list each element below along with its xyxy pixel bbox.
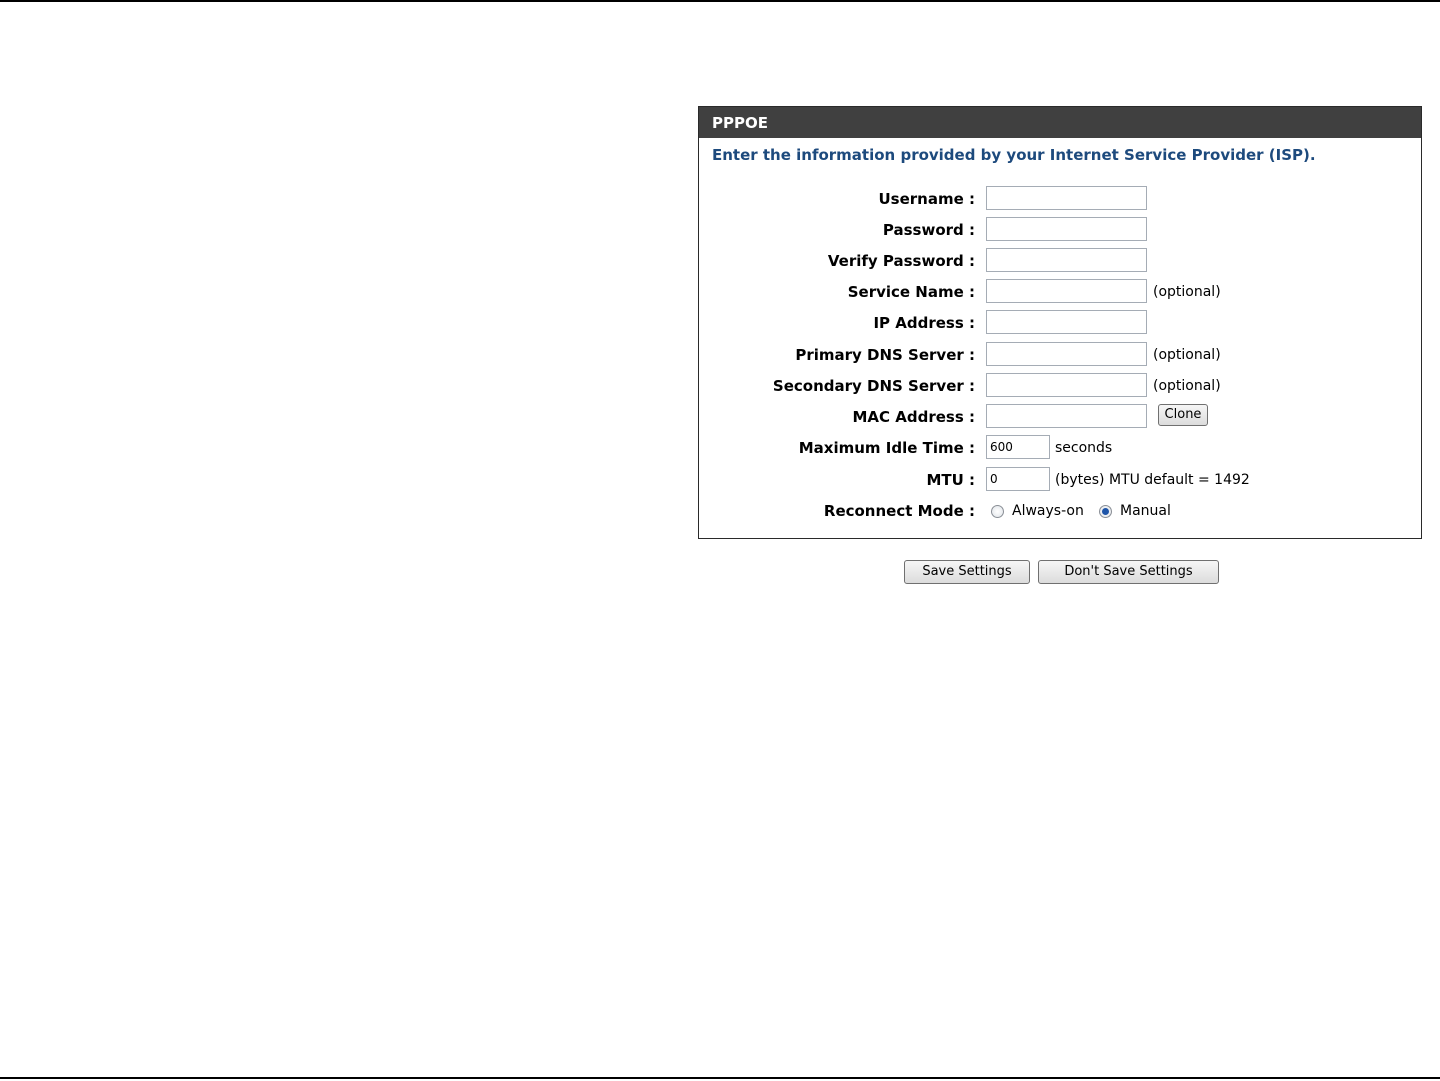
bottom-rule	[0, 1077, 1440, 1079]
mac-address-label: MAC Address :	[852, 408, 976, 426]
service-name-label: Service Name :	[847, 283, 975, 301]
mtu-label: MTU :	[926, 471, 975, 489]
always-on-radio-label[interactable]: Always-on	[1012, 498, 1084, 524]
always-on-radio[interactable]	[991, 505, 1004, 518]
password-label: Password :	[882, 221, 975, 239]
service-name-optional-note: (optional)	[1153, 284, 1221, 300]
ip-address-input[interactable]	[986, 310, 1147, 334]
mtu-default-note: (bytes) MTU default = 1492	[1055, 472, 1250, 488]
primary-dns-optional-note: (optional)	[1153, 347, 1221, 363]
secondary-dns-row: Secondary DNS Server : (optional)	[699, 373, 1421, 399]
max-idle-time-row: Maximum Idle Time : seconds	[699, 435, 1421, 461]
verify-password-row: Verify Password :	[699, 248, 1421, 274]
top-rule	[0, 0, 1440, 2]
service-name-input[interactable]	[986, 279, 1147, 303]
ip-address-label: IP Address :	[873, 314, 975, 332]
max-idle-time-label: Maximum Idle Time :	[798, 439, 975, 457]
clone-button[interactable]: Clone	[1158, 404, 1208, 426]
mtu-row: MTU : (bytes) MTU default = 1492	[699, 467, 1421, 493]
secondary-dns-optional-note: (optional)	[1153, 378, 1221, 394]
max-idle-time-unit: seconds	[1055, 440, 1113, 456]
username-label: Username :	[878, 190, 975, 208]
password-input[interactable]	[986, 217, 1147, 241]
primary-dns-input[interactable]	[986, 342, 1147, 366]
secondary-dns-input[interactable]	[986, 373, 1147, 397]
mac-address-row: MAC Address : Clone	[699, 404, 1421, 430]
save-settings-button[interactable]: Save Settings	[904, 560, 1030, 584]
secondary-dns-label: Secondary DNS Server :	[772, 377, 975, 395]
reconnect-mode-row: Reconnect Mode : Always-on Manual	[699, 498, 1421, 524]
primary-dns-label: Primary DNS Server :	[795, 346, 975, 364]
verify-password-input[interactable]	[986, 248, 1147, 272]
service-name-row: Service Name : (optional)	[699, 279, 1421, 305]
manual-radio[interactable]	[1099, 505, 1112, 518]
reconnect-mode-label: Reconnect Mode :	[823, 502, 975, 520]
ip-address-row: IP Address :	[699, 310, 1421, 336]
panel-title: PPPOE	[699, 107, 1421, 138]
username-row: Username :	[699, 186, 1421, 212]
dont-save-settings-button[interactable]: Don't Save Settings	[1038, 560, 1219, 584]
username-input[interactable]	[986, 186, 1147, 210]
password-row: Password :	[699, 217, 1421, 243]
mtu-input[interactable]	[986, 467, 1050, 491]
max-idle-time-input[interactable]	[986, 435, 1050, 459]
intro-text: Enter the information provided by your I…	[712, 146, 1316, 164]
pppoe-panel: PPPOE Enter the information provided by …	[698, 106, 1422, 539]
manual-radio-label[interactable]: Manual	[1120, 498, 1171, 524]
primary-dns-row: Primary DNS Server : (optional)	[699, 342, 1421, 368]
verify-password-label: Verify Password :	[827, 252, 975, 270]
mac-address-input[interactable]	[986, 404, 1147, 428]
